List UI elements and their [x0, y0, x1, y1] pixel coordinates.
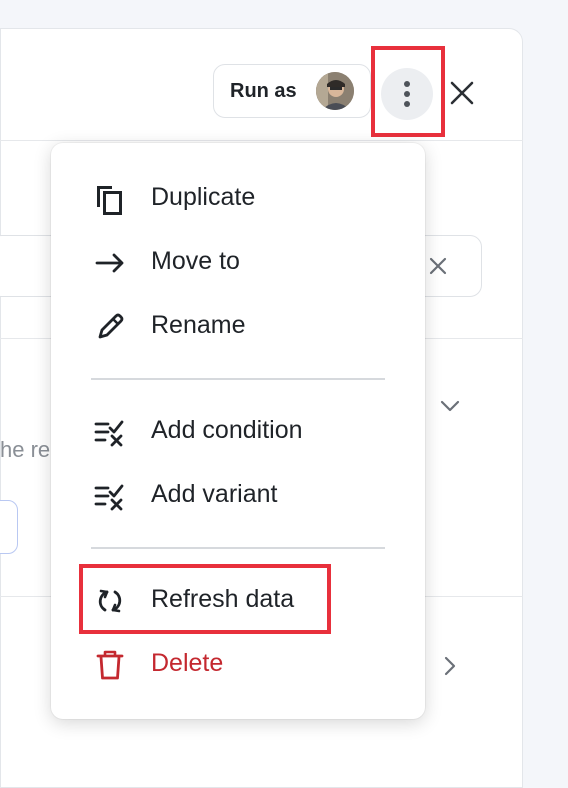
- highlight-refresh-data: [79, 564, 331, 634]
- menu-item-label: Delete: [151, 649, 224, 677]
- menu-item-move-to[interactable]: Move to: [51, 232, 425, 292]
- chevron-down-icon[interactable]: [439, 398, 461, 414]
- avatar: [316, 72, 354, 110]
- close-button[interactable]: [447, 78, 477, 108]
- menu-item-add-condition[interactable]: Add condition: [51, 401, 425, 461]
- menu-separator: [91, 547, 385, 549]
- menu-item-duplicate[interactable]: Duplicate: [51, 168, 425, 228]
- menu-item-add-variant[interactable]: Add variant: [51, 465, 425, 525]
- background-text: he re: [0, 437, 51, 462]
- close-icon: [450, 81, 474, 105]
- divider: [0, 140, 523, 141]
- background-button[interactable]: [0, 500, 18, 554]
- menu-item-delete[interactable]: Delete: [51, 634, 425, 694]
- chevron-right-icon[interactable]: [442, 655, 458, 677]
- menu-item-label: Add condition: [151, 416, 303, 444]
- run-as-button[interactable]: Run as: [213, 64, 371, 118]
- menu-separator: [91, 378, 385, 380]
- menu-item-label: Duplicate: [151, 183, 256, 211]
- run-as-label: Run as: [230, 79, 297, 102]
- highlight-more-options: [371, 46, 445, 137]
- clear-icon[interactable]: [428, 256, 448, 276]
- menu-item-rename[interactable]: Rename: [51, 296, 425, 356]
- pencil-icon: [98, 313, 124, 339]
- duplicate-icon: [97, 186, 122, 215]
- condition-icon: [94, 420, 124, 447]
- variant-icon: [94, 484, 124, 511]
- menu-item-label: Rename: [151, 311, 246, 339]
- menu-item-label: Move to: [151, 247, 240, 275]
- menu-item-label: Add variant: [151, 480, 278, 508]
- arrow-right-icon: [95, 253, 124, 273]
- trash-icon: [96, 650, 124, 680]
